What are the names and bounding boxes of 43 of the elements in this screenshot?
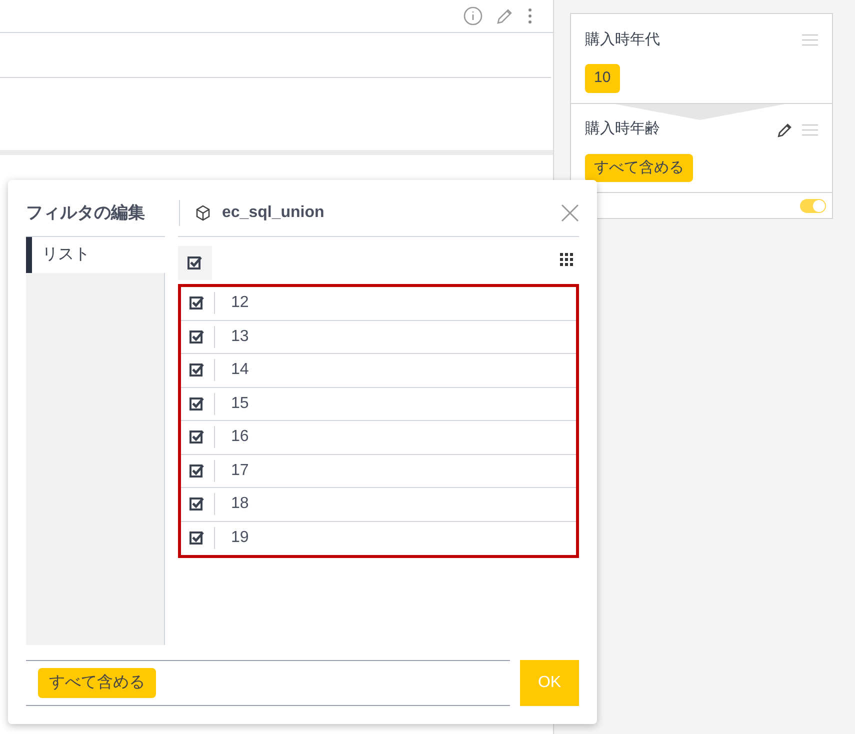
arrow-icon <box>615 104 785 120</box>
checked-checkbox-icon[interactable] <box>189 295 205 312</box>
list-row[interactable]: 19 <box>181 522 576 555</box>
list-value: 17 <box>231 460 249 481</box>
list-row[interactable]: 17 <box>181 454 576 488</box>
checked-checkbox-icon[interactable] <box>189 462 205 479</box>
checked-checkbox-icon[interactable] <box>187 255 203 271</box>
list-row[interactable]: 15 <box>181 388 576 421</box>
checked-checkbox-icon[interactable] <box>189 496 205 512</box>
list-value: 13 <box>231 326 249 347</box>
checked-checkbox-icon[interactable] <box>189 396 205 412</box>
drag-handle-icon[interactable] <box>802 124 818 136</box>
drag-handle-icon[interactable] <box>802 34 818 46</box>
list-row[interactable]: 18 <box>181 488 576 522</box>
list-value: 18 <box>231 494 249 514</box>
list-value: 14 <box>231 360 249 380</box>
value-chip[interactable]: 10 <box>585 64 620 92</box>
dataset-name: ec_sql_union <box>222 203 324 223</box>
toggle-switch[interactable] <box>800 198 826 212</box>
close-icon[interactable] <box>561 204 579 222</box>
info-icon[interactable] <box>463 6 483 26</box>
list-row[interactable]: 12 <box>181 287 576 320</box>
list-value: 12 <box>231 293 249 314</box>
checked-checkbox-icon[interactable] <box>189 328 205 345</box>
filter-title: 購入時年代 <box>585 30 660 50</box>
value-chip[interactable]: すべて含める <box>38 668 156 698</box>
filter-title: 購入時年齢 <box>585 119 660 140</box>
list-row[interactable]: 16 <box>181 421 576 454</box>
list-row[interactable]: 13 <box>181 320 576 354</box>
list-value: 16 <box>231 427 249 448</box>
list-value: 19 <box>231 528 249 548</box>
select-all-checkbox[interactable] <box>178 246 212 280</box>
value-chip[interactable]: すべて含める <box>585 154 693 182</box>
dialog-title: フィルタの編集 <box>26 200 180 226</box>
checked-checkbox-icon[interactable] <box>189 530 205 546</box>
more-icon[interactable] <box>527 6 533 26</box>
grid-icon[interactable] <box>559 252 573 266</box>
checked-checkbox-icon[interactable] <box>189 362 205 378</box>
checked-checkbox-icon[interactable] <box>189 429 205 446</box>
list-row[interactable]: 14 <box>181 354 576 388</box>
pencil-icon[interactable] <box>776 120 794 138</box>
cube-icon <box>194 204 212 222</box>
list-value: 15 <box>231 394 249 414</box>
